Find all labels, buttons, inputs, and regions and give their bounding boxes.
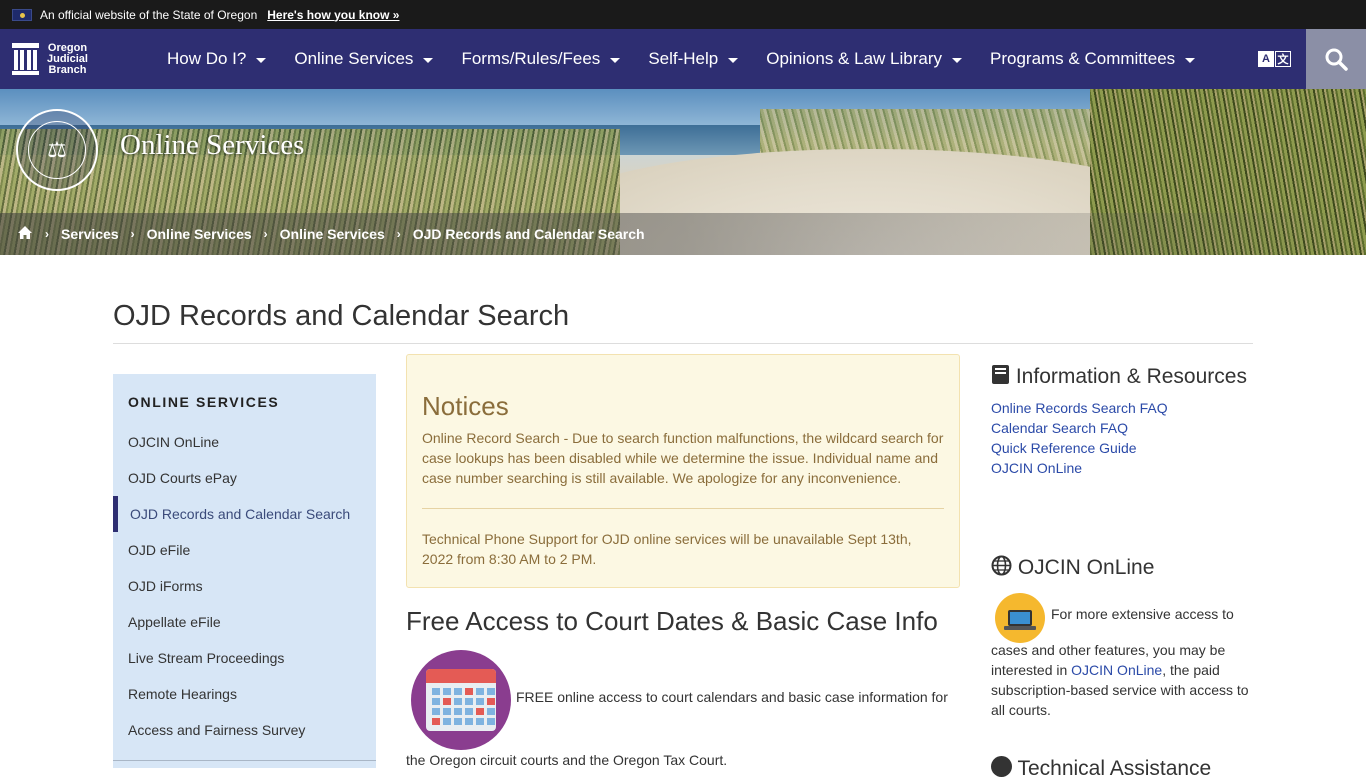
online-records-search-faq-link[interactable]: Online Records Search FAQ [991, 398, 1253, 418]
scales-of-justice-icon: ⚖ [28, 121, 86, 179]
info-circle-icon [991, 756, 1012, 777]
nav-forms-rules-fees[interactable]: Forms/Rules/Fees [461, 49, 621, 69]
info-resources-section: Information & Resources Online Records S… [991, 364, 1253, 478]
breadcrumb-services[interactable]: Services [61, 226, 119, 242]
info-resources-heading: Information & Resources [991, 364, 1253, 390]
ojcin-text-body: cases and other features, you may be int… [991, 642, 1249, 718]
calendar-icon [411, 650, 511, 750]
ojcin-heading: OJCIN OnLine [991, 555, 1253, 580]
quick-reference-guide-link[interactable]: Quick Reference Guide [991, 438, 1253, 458]
caret-down-icon [952, 57, 962, 63]
heres-how-you-know-link[interactable]: Here's how you know » [267, 8, 399, 22]
breadcrumb-online-services-1[interactable]: Online Services [147, 226, 252, 242]
page-title: OJD Records and Calendar Search [113, 300, 570, 332]
breadcrumb: › Services › Online Services › Online Se… [0, 213, 1366, 255]
official-banner-text: An official website of the State of Oreg… [40, 7, 258, 22]
caret-down-icon [1185, 57, 1196, 63]
globe-icon [991, 555, 1012, 576]
judicial-department-seal: ⚖ [16, 109, 98, 191]
breadcrumb-online-services-2[interactable]: Online Services [280, 226, 385, 242]
sidebar-item-live-stream[interactable]: Live Stream Proceedings [113, 640, 376, 676]
sidebar: ONLINE SERVICES OJCIN OnLine OJD Courts … [113, 374, 376, 768]
search-button[interactable] [1306, 29, 1366, 89]
sidebar-divider [113, 760, 376, 761]
sidebar-item-appellate-efile[interactable]: Appellate eFile [113, 604, 376, 640]
ojcin-online-link[interactable]: OJCIN OnLine [991, 458, 1253, 478]
main-navigation: Oregon Judicial Branch How Do I? Online … [0, 29, 1366, 89]
notice-record-search: Online Record Search - Due to search fun… [422, 430, 944, 486]
breadcrumb-current: OJD Records and Calendar Search [412, 226, 645, 242]
notices-heading: Notices [422, 391, 509, 421]
search-icon [1325, 48, 1348, 71]
caret-down-icon [423, 57, 434, 63]
nav-programs-committees[interactable]: Programs & Committees [990, 49, 1196, 69]
sidebar-item-records-calendar-search[interactable]: OJD Records and Calendar Search [113, 496, 376, 532]
sidebar-item-efile[interactable]: OJD eFile [113, 532, 376, 568]
sidebar-item-ojcin-online[interactable]: OJCIN OnLine [113, 424, 376, 460]
sidebar-item-iforms[interactable]: OJD iForms [113, 568, 376, 604]
ojcin-section: OJCIN OnLine For more extensive access t… [991, 555, 1253, 720]
chevron-right-icon: › [263, 227, 268, 241]
nav-how-do-i[interactable]: How Do I? [167, 49, 267, 69]
translate-icon: A [1258, 51, 1274, 67]
nav-opinions-law-library[interactable]: Opinions & Law Library [766, 49, 962, 69]
home-icon[interactable] [17, 225, 33, 243]
free-access-text-continued: the Oregon circuit courts and the Oregon… [406, 752, 728, 768]
notices-panel: Notices Online Record Search - Due to se… [406, 354, 960, 588]
hero-banner: ⚖ Online Services › Services › Online Se… [0, 89, 1366, 255]
courthouse-logo-icon [12, 43, 39, 75]
notice-divider [422, 508, 944, 509]
official-banner: An official website of the State of Oreg… [0, 0, 1366, 29]
caret-down-icon [256, 57, 267, 63]
sidebar-item-access-fairness-survey[interactable]: Access and Fairness Survey [113, 712, 376, 748]
laptop-icon [995, 593, 1045, 643]
free-access-text: FREE online access to court calendars an… [516, 689, 948, 705]
translate-button[interactable]: A 文 [1258, 51, 1291, 67]
caret-down-icon [610, 57, 621, 63]
notice-phone-support: Technical Phone Support for OJD online s… [422, 531, 912, 567]
sidebar-item-remote-hearings[interactable]: Remote Hearings [113, 676, 376, 712]
nav-menu: How Do I? Online Services Forms/Rules/Fe… [167, 49, 1223, 69]
sidebar-heading: ONLINE SERVICES [128, 394, 280, 410]
oregon-flag-icon [12, 8, 32, 21]
technical-assistance-heading: Technical Assistance [991, 756, 1211, 781]
logo-text: Oregon Judicial Branch [47, 41, 88, 76]
book-icon [992, 365, 1009, 384]
nav-self-help[interactable]: Self-Help [648, 49, 739, 69]
calendar-search-faq-link[interactable]: Calendar Search FAQ [991, 418, 1253, 438]
ojcin-online-inline-link[interactable]: OJCIN OnLine [1071, 662, 1162, 678]
caret-down-icon [728, 57, 739, 63]
ojd-logo[interactable]: Oregon Judicial Branch [12, 41, 152, 76]
hero-title: Online Services [120, 129, 305, 161]
chevron-right-icon: › [45, 227, 49, 241]
title-divider [113, 343, 1253, 344]
free-access-heading: Free Access to Court Dates & Basic Case … [406, 606, 938, 636]
chevron-right-icon: › [130, 227, 135, 241]
nav-online-services[interactable]: Online Services [294, 49, 434, 69]
sidebar-item-courts-epay[interactable]: OJD Courts ePay [113, 460, 376, 496]
chevron-right-icon: › [396, 227, 401, 241]
